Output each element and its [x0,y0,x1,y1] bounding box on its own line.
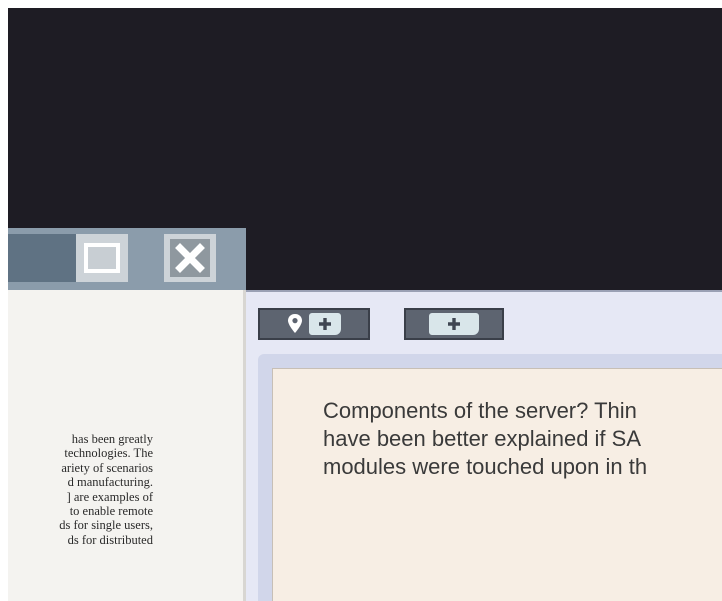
document-line: ariety of scenarios [61,460,153,475]
document-line: has been greatly [71,432,153,446]
document-window: has been greatly technologies. The ariet… [8,228,246,601]
document-line: technologies. The [64,446,153,461]
text-editor[interactable]: Components of the server? Thin have been… [272,368,722,601]
plus-icon [448,318,460,330]
map-pin-icon [288,314,302,333]
close-button[interactable] [164,234,216,282]
document-line: ds for distributed [67,532,153,547]
document-body: has been greatly technologies. The ariet… [8,290,246,601]
document-line: ] are examples of [66,489,153,504]
maximize-button[interactable] [76,234,128,282]
document-text: has been greatly technologies. The ariet… [8,432,153,547]
document-line: d manufacturing. [67,475,153,490]
editor-window: Components of the server? Thin have been… [246,290,722,601]
document-line: ds for single users, [59,518,153,533]
editor-text: Components of the server? Thin have been… [323,397,647,481]
document-line: to enable remote [69,504,153,519]
editor-frame: Components of the server? Thin have been… [258,354,722,601]
document-titlebar[interactable] [8,228,246,290]
add-location-button[interactable] [258,308,370,340]
plus-icon [319,318,331,330]
add-button[interactable] [404,308,504,340]
maximize-icon [84,243,120,273]
editor-line: modules were touched upon in th [323,454,648,479]
editor-line: have been better explained if SA [323,426,642,451]
desktop: has been greatly technologies. The ariet… [8,8,722,601]
add-label [309,313,341,335]
titlebar-strip [8,234,78,282]
add-label [429,313,479,335]
editor-line: Components of the server? Thin [323,398,637,423]
close-icon [170,239,210,277]
